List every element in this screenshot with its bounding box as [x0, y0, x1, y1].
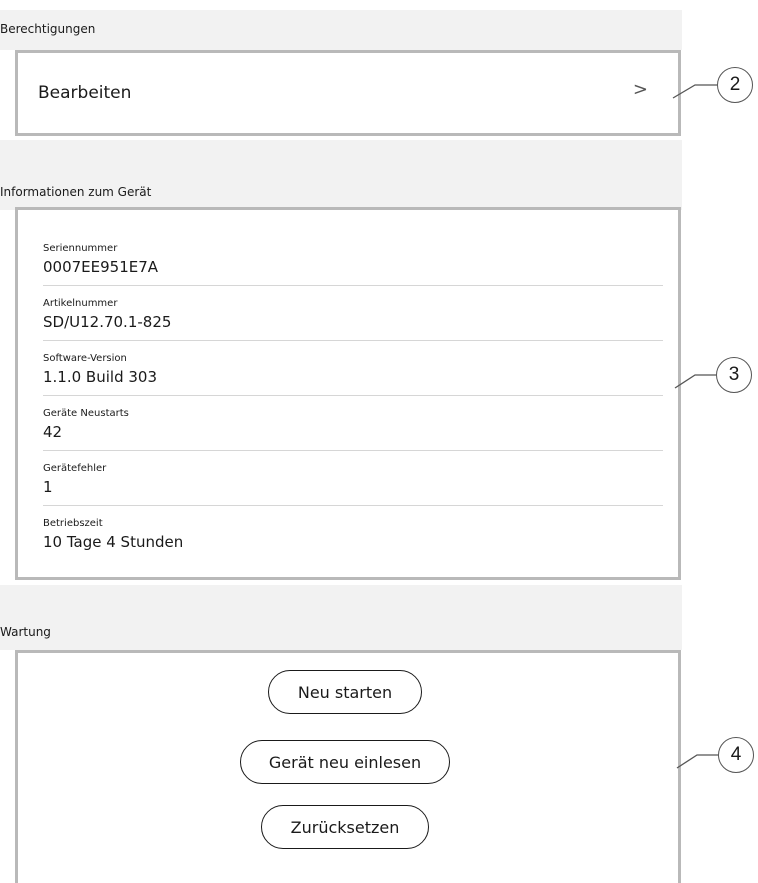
- callout-3-badge: 3: [716, 357, 752, 393]
- callout-leaders: [672, 84, 718, 769]
- callout-4-leader: [676, 754, 718, 769]
- callout-2-leader: [672, 84, 717, 99]
- callout-3-leader: [674, 374, 716, 389]
- callout-4-badge: 4: [718, 737, 754, 773]
- callout-2-badge: 2: [717, 67, 753, 103]
